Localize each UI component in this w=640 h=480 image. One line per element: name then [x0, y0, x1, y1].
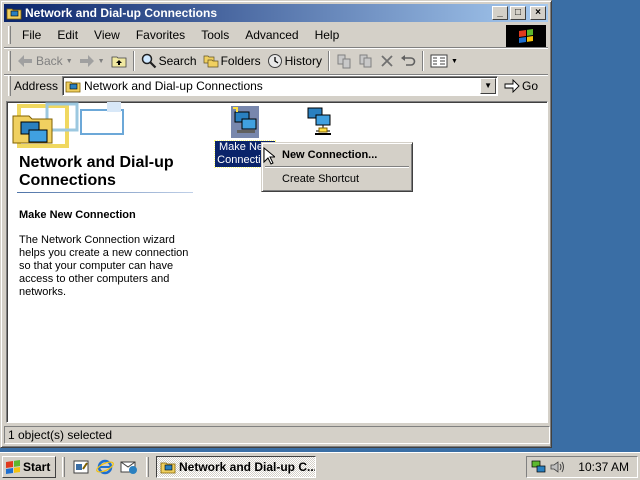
windows-logo	[506, 25, 546, 47]
clock: 10:37 AM	[578, 460, 629, 474]
title-rule	[17, 192, 193, 193]
standard-toolbar: Back ▼ ▼ Search Folders History ▼	[4, 49, 544, 73]
network-folder-icon	[160, 462, 176, 474]
context-menu: New Connection... Create Shortcut	[261, 142, 413, 192]
move-to-button[interactable]	[333, 50, 355, 72]
tasks-grip[interactable]	[146, 457, 149, 477]
context-separator	[265, 166, 409, 168]
history-label: History	[284, 54, 322, 68]
copy-to-button[interactable]	[355, 50, 377, 72]
back-button[interactable]: Back ▼	[14, 50, 76, 72]
toolbar-grip[interactable]	[8, 51, 11, 71]
forward-button[interactable]: ▼	[76, 50, 108, 72]
taskbar: Start Network and Dial-up C... 10:37 AM	[0, 452, 640, 480]
internet-explorer-icon[interactable]	[96, 458, 114, 476]
banner-art	[12, 102, 124, 148]
network-connection-item[interactable]	[299, 106, 345, 141]
folders-button[interactable]: Folders	[200, 50, 264, 72]
folder-view[interactable]: Network and Dial-up Connections Make New…	[6, 101, 548, 423]
toolbar-separator	[327, 51, 330, 71]
go-button[interactable]: Go	[504, 79, 538, 93]
network-connection-icon	[307, 107, 331, 135]
address-input[interactable]: Network and Dial-up Connections ▼	[62, 76, 499, 96]
history-icon	[267, 54, 282, 68]
menu-file[interactable]: File	[14, 26, 49, 44]
folders-icon	[203, 55, 218, 68]
menu-favorites[interactable]: Favorites	[128, 26, 193, 44]
forward-dropdown-icon[interactable]: ▼	[98, 58, 105, 65]
menu-edit[interactable]: Edit	[49, 26, 86, 44]
windows-flag-icon	[6, 460, 20, 474]
mouse-cursor-icon	[263, 147, 275, 165]
menu-help[interactable]: Help	[307, 26, 348, 44]
context-new-connection[interactable]: New Connection...	[264, 145, 410, 165]
maximize-button[interactable]: □	[510, 6, 526, 20]
status-text: 1 object(s) selected	[4, 426, 550, 444]
page-title: Network and Dial-up Connections	[19, 154, 174, 189]
go-label: Go	[522, 79, 539, 93]
history-button[interactable]: History	[264, 50, 325, 72]
title-bar[interactable]: Network and Dial-up Connections _ □ ×	[4, 4, 548, 22]
minimize-button[interactable]: _	[492, 6, 508, 20]
search-icon	[141, 53, 156, 69]
menu-tools[interactable]: Tools	[193, 26, 237, 44]
start-label: Start	[23, 460, 51, 474]
network-folder-icon	[65, 81, 81, 93]
menu-bar: File Edit View Favorites Tools Advanced …	[4, 24, 504, 46]
context-create-shortcut[interactable]: Create Shortcut	[264, 169, 410, 189]
taskbar-button-label: Network and Dial-up C...	[179, 460, 316, 474]
window-title: Network and Dial-up Connections	[25, 6, 218, 20]
toolbar-separator	[421, 51, 424, 71]
volume-icon[interactable]	[549, 459, 565, 475]
address-label: Address	[14, 79, 59, 93]
windows-flag-icon	[519, 29, 533, 43]
make-new-connection-icon	[231, 106, 259, 138]
selected-item-description: The Network Connection wizard helps you …	[19, 234, 189, 298]
back-arrow-icon	[18, 55, 32, 67]
undo-button[interactable]	[397, 50, 419, 72]
forward-arrow-icon	[79, 55, 94, 67]
back-label: Back	[36, 54, 63, 68]
up-button[interactable]	[108, 50, 130, 72]
status-bar: 1 object(s) selected	[4, 426, 550, 446]
system-tray: 10:37 AM	[526, 456, 638, 478]
outlook-express-icon[interactable]	[120, 458, 138, 476]
menu-grip[interactable]	[8, 26, 11, 44]
search-label: Search	[158, 54, 197, 68]
go-arrow-icon	[504, 79, 520, 93]
copy-to-icon	[359, 54, 372, 68]
close-button[interactable]: ×	[530, 6, 546, 20]
back-dropdown-icon[interactable]: ▼	[66, 58, 73, 65]
taskbar-button-network[interactable]: Network and Dial-up C...	[156, 456, 316, 478]
address-dropdown-button[interactable]: ▼	[480, 78, 497, 94]
delete-button[interactable]	[377, 50, 397, 72]
search-button[interactable]: Search	[138, 50, 200, 72]
address-value: Network and Dial-up Connections	[84, 79, 263, 93]
delete-icon	[381, 55, 393, 67]
views-icon	[430, 54, 448, 68]
views-dropdown-icon[interactable]: ▼	[451, 58, 458, 65]
explorer-window: Network and Dial-up Connections _ □ × Fi…	[0, 0, 552, 448]
network-tray-icon[interactable]	[531, 459, 547, 475]
quicklaunch-grip[interactable]	[62, 457, 65, 477]
undo-icon	[400, 55, 416, 66]
move-to-icon	[337, 54, 351, 69]
address-bar: Address Network and Dial-up Connections …	[4, 75, 548, 97]
address-grip[interactable]	[8, 76, 11, 96]
show-desktop-icon[interactable]	[72, 458, 90, 476]
start-button[interactable]: Start	[2, 456, 56, 478]
selected-item-name: Make New Connection	[19, 209, 136, 221]
up-folder-icon	[111, 56, 126, 68]
menu-view[interactable]: View	[86, 26, 128, 44]
menu-advanced[interactable]: Advanced	[237, 26, 306, 44]
views-button[interactable]: ▼	[427, 50, 461, 72]
network-folder-large-icon	[12, 115, 53, 144]
folders-label: Folders	[220, 54, 261, 68]
toolbar-separator	[132, 51, 135, 71]
network-folder-icon	[6, 8, 22, 20]
